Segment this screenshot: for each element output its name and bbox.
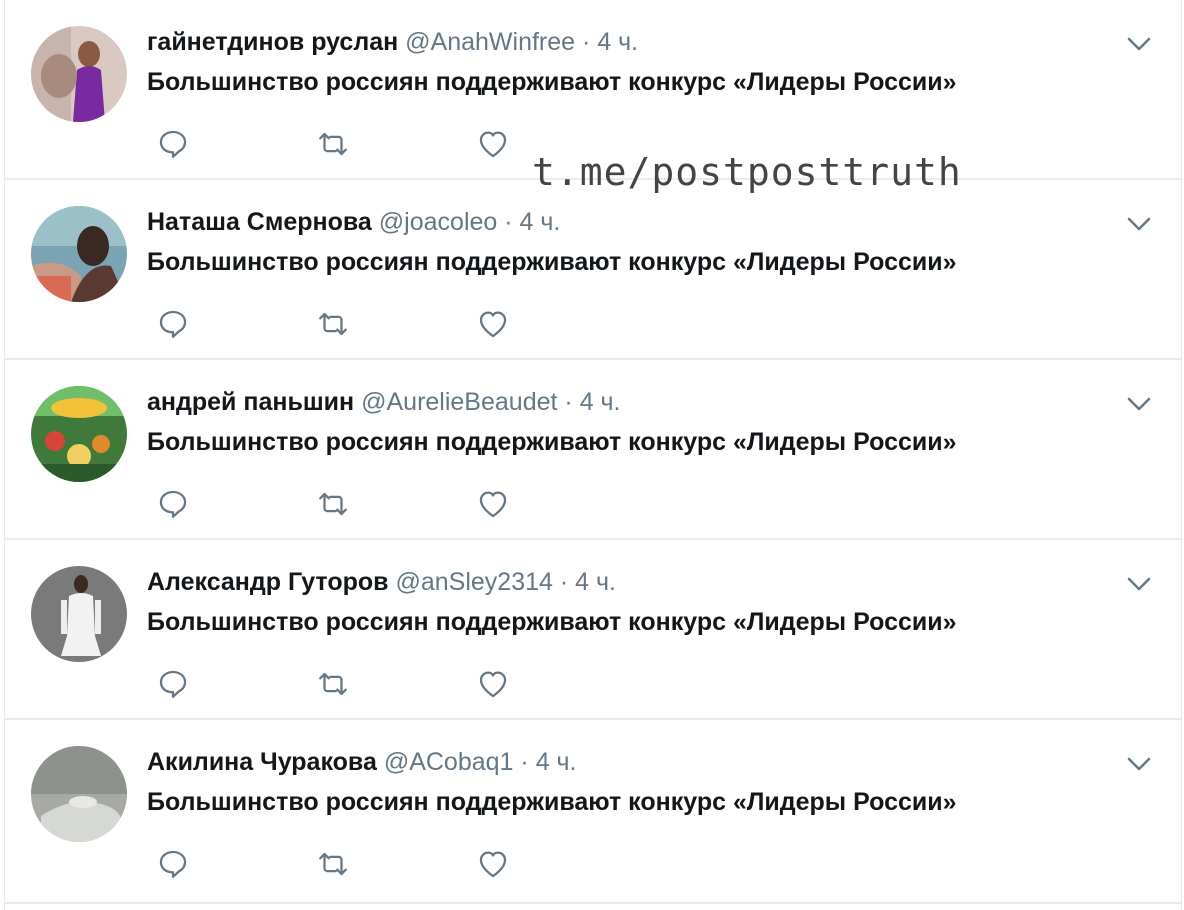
reply-icon: [156, 847, 190, 886]
like-button[interactable]: [471, 844, 515, 888]
retweet-icon: [316, 667, 350, 706]
user-handle[interactable]: @anSley2314: [395, 568, 552, 596]
more-options-button[interactable]: [1121, 208, 1157, 244]
heart-icon: [476, 487, 510, 526]
avatar[interactable]: [31, 746, 127, 842]
avatar[interactable]: [31, 386, 127, 482]
reply-button[interactable]: [151, 664, 195, 708]
more-options-button[interactable]: [1121, 388, 1157, 424]
reply-icon: [156, 667, 190, 706]
user-handle[interactable]: @AnahWinfree: [405, 28, 575, 56]
like-button[interactable]: [471, 304, 515, 348]
reply-icon: [156, 307, 190, 346]
retweet-button[interactable]: [311, 484, 355, 528]
chevron-down-icon: [1124, 29, 1154, 64]
tweet-text: Большинство россиян поддерживают конкурс…: [147, 248, 957, 276]
tweet-actions: [147, 124, 547, 168]
user-handle[interactable]: @joacoleo: [379, 208, 498, 236]
retweet-button[interactable]: [311, 844, 355, 888]
separator-dot: ·: [559, 568, 569, 596]
reply-button[interactable]: [151, 484, 195, 528]
tweet-text: Большинство россиян поддерживают конкурс…: [147, 608, 957, 636]
like-button[interactable]: [471, 664, 515, 708]
reply-icon: [156, 127, 190, 166]
separator-dot: ·: [582, 28, 591, 56]
timestamp[interactable]: 4 ч.: [536, 748, 577, 776]
chevron-down-icon: [1124, 209, 1154, 244]
timestamp[interactable]: 4 ч.: [575, 568, 616, 596]
heart-icon: [476, 307, 510, 346]
retweet-button[interactable]: [311, 304, 355, 348]
tweet[interactable]: Акилина Чуракова @ACobaq1 · 4 ч. Большин…: [5, 720, 1181, 904]
user-handle[interactable]: @AurelieBeaudet: [361, 388, 557, 416]
like-button[interactable]: [471, 484, 515, 528]
tweet-actions: [147, 304, 547, 348]
retweet-button[interactable]: [311, 664, 355, 708]
chevron-down-icon: [1124, 569, 1154, 604]
separator-dot: ·: [564, 388, 573, 416]
tweet-actions: [147, 664, 547, 708]
chevron-down-icon: [1124, 749, 1154, 784]
watermark: t.me/postposttruth: [532, 150, 962, 194]
retweet-icon: [316, 487, 350, 526]
more-options-button[interactable]: [1121, 28, 1157, 64]
user-handle[interactable]: @ACobaq1: [384, 748, 514, 776]
reply-button[interactable]: [151, 844, 195, 888]
like-button[interactable]: [471, 124, 515, 168]
avatar[interactable]: [31, 206, 127, 302]
display-name[interactable]: андрей паньшин: [147, 388, 354, 416]
tweet[interactable]: андрей паньшин @AurelieBeaudet · 4 ч. Бо…: [5, 360, 1181, 540]
avatar[interactable]: [31, 26, 127, 122]
timestamp[interactable]: 4 ч.: [520, 208, 561, 236]
more-options-button[interactable]: [1121, 748, 1157, 784]
heart-icon: [476, 127, 510, 166]
timeline: гайнетдинов руслан @AnahWinfree · 4 ч. Б…: [4, 0, 1182, 910]
retweet-icon: [316, 307, 350, 346]
timestamp[interactable]: 4 ч.: [580, 388, 621, 416]
retweet-icon: [316, 847, 350, 886]
tweet-actions: [147, 844, 547, 888]
separator-dot: ·: [520, 748, 529, 776]
tweet[interactable]: Александр Гуторов @anSley2314 · 4 ч. Бол…: [5, 540, 1181, 720]
tweet-text: Большинство россиян поддерживают конкурс…: [147, 428, 957, 456]
display-name[interactable]: Наташа Смернова: [147, 208, 372, 236]
retweet-icon: [316, 127, 350, 166]
avatar[interactable]: [31, 566, 127, 662]
heart-icon: [476, 847, 510, 886]
tweet-actions: [147, 484, 547, 528]
display-name[interactable]: Александр Гуторов: [147, 568, 389, 596]
reply-button[interactable]: [151, 304, 195, 348]
separator-dot: ·: [504, 208, 513, 236]
chevron-down-icon: [1124, 389, 1154, 424]
tweet[interactable]: Наташа Смернова @joacoleo · 4 ч. Большин…: [5, 180, 1181, 360]
reply-icon: [156, 487, 190, 526]
timestamp[interactable]: 4 ч.: [597, 28, 638, 56]
heart-icon: [476, 667, 510, 706]
display-name[interactable]: гайнетдинов руслан: [147, 28, 398, 56]
tweet-text: Большинство россиян поддерживают конкурс…: [147, 68, 957, 96]
tweet-text: Большинство россиян поддерживают конкурс…: [147, 788, 957, 816]
retweet-button[interactable]: [311, 124, 355, 168]
reply-button[interactable]: [151, 124, 195, 168]
display-name[interactable]: Акилина Чуракова: [147, 748, 377, 776]
more-options-button[interactable]: [1121, 568, 1157, 604]
